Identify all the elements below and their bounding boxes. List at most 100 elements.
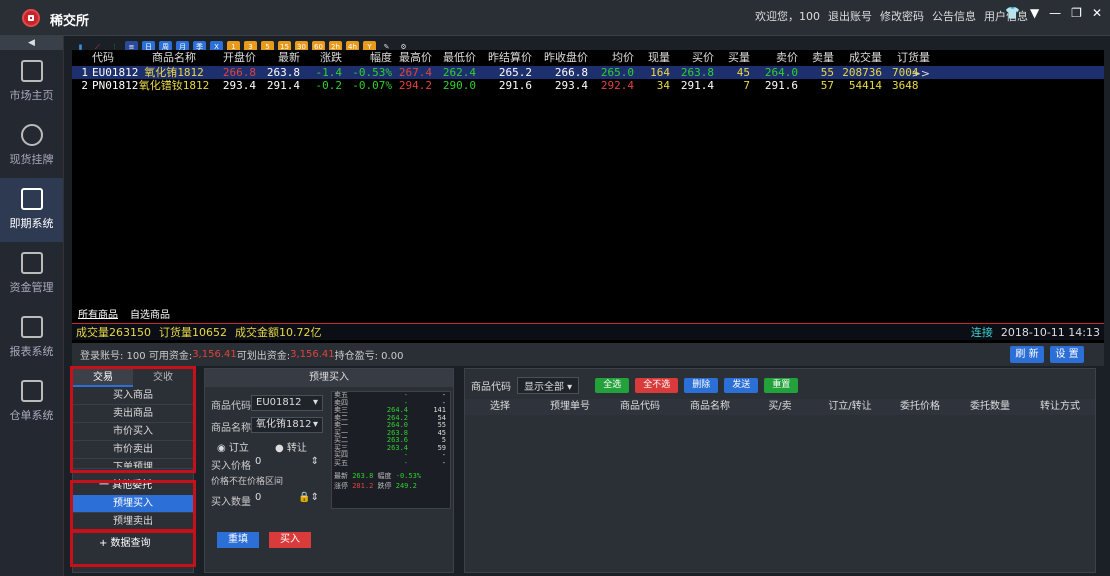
col-header[interactable]: 商品名称	[138, 50, 214, 66]
order-title: 预埋买入	[205, 369, 453, 387]
nav-item-spot-system[interactable]: 即期系统	[0, 178, 63, 242]
filter-select[interactable]: 显示全部 ▾	[517, 377, 580, 394]
settings-button[interactable]: 设 置	[1050, 346, 1084, 363]
quote-cell: 34	[656, 79, 670, 92]
home-icon	[20, 60, 43, 82]
order-panel: 预埋买入 商品代码 EU01812 ▾ 商品名称 氧化铕1812 ▾ ◉ 订立 ● …	[204, 368, 454, 573]
tab-all-products[interactable]: 所有商品	[78, 306, 118, 321]
nav-item-warehouse[interactable]: 仓单系统	[0, 370, 63, 434]
col-header[interactable]: 卖价	[754, 50, 802, 66]
qty-label: 买入数量	[211, 497, 251, 508]
highlight-box-other	[70, 480, 196, 532]
price-input[interactable]: 0 ⇕	[251, 455, 323, 471]
quote-cell: 263.8	[680, 66, 714, 79]
quote-cell: 293.4	[222, 79, 256, 92]
list-col-header: 订立/转让	[828, 401, 872, 412]
quote-cell: 291.6	[498, 79, 532, 92]
name-select[interactable]: 氧化铕1812 ▾	[251, 417, 323, 433]
skin-icon[interactable]: 👕	[1005, 6, 1020, 20]
quote-row[interactable]: 2 PN01812 氧化镨钕1812 293.4 291.4 -0.2 -0.07% 294.…	[72, 79, 1104, 92]
position-pnl: 持仓盈亏: 0.00	[334, 351, 404, 362]
chevron-down-icon: ▾	[312, 419, 318, 430]
dropdown-icon[interactable]: ▼	[1030, 6, 1039, 20]
send-button[interactable]: 发送	[724, 378, 759, 393]
reset-list-button[interactable]: 重置	[764, 378, 799, 393]
refresh-button[interactable]: 刷 新	[1010, 346, 1044, 363]
quote-cell: 164	[650, 66, 670, 79]
col-header[interactable]: 最低价	[436, 50, 480, 66]
report-icon	[20, 316, 43, 338]
col-header[interactable]	[72, 50, 92, 66]
account-bar: 登录账号: 100 可用资金: 3,156.41 可划出资金: 3,156.41…	[72, 343, 1104, 366]
close-icon[interactable]: ✕	[1092, 6, 1102, 20]
highlight-box-trade	[70, 366, 196, 473]
col-header[interactable]: 最高价	[396, 50, 436, 66]
quote-cell: 292.4	[600, 79, 634, 92]
quote-cell: 294.2	[398, 79, 432, 92]
col-header[interactable]: 均价	[592, 50, 638, 66]
select-none-button[interactable]: 全不选	[635, 378, 679, 393]
col-header[interactable]: 昨结算价	[480, 50, 536, 66]
col-header[interactable]: 现量	[638, 50, 674, 66]
total-order: 订货量10652	[159, 326, 227, 339]
nav-collapse-button[interactable]: ◀	[0, 36, 63, 50]
yuan-circle-icon	[20, 124, 43, 146]
reset-button[interactable]: 重填	[217, 532, 259, 548]
transferable-funds: 3,156.41	[290, 349, 335, 360]
tab-favorites[interactable]: 自选商品	[130, 306, 170, 321]
nav-item-report[interactable]: 报表系统	[0, 306, 63, 370]
connection-status: 连接	[970, 326, 993, 339]
quote-cell: 265.2	[498, 66, 532, 79]
preset-list-panel: 商品代码 显示全部 ▾ 全选 全不选 删除 发送 重置 选择 预埋单号 商品代码 商品…	[464, 368, 1096, 573]
highlight-box-query	[70, 530, 196, 567]
list-col-header: 商品名称	[690, 401, 730, 412]
col-header[interactable]: 订货量 >>	[886, 50, 934, 80]
notice-link[interactable]: 公告信息	[932, 8, 976, 24]
quote-cell: 7004	[892, 66, 919, 79]
col-header[interactable]: 成交量	[838, 50, 886, 66]
quote-cell: 291.4	[266, 79, 300, 92]
select-all-button[interactable]: 全选	[595, 378, 630, 393]
radio-open[interactable]: ◉ 订立	[217, 439, 249, 454]
change-password-link[interactable]: 修改密码	[880, 8, 924, 24]
total-volume: 成交量263150	[76, 326, 151, 339]
quote-cell: -0.53%	[352, 66, 392, 79]
logout-link[interactable]: 退出账号	[828, 8, 872, 24]
col-header[interactable]: 开盘价	[214, 50, 260, 66]
col-header[interactable]: 幅度	[346, 50, 396, 66]
col-header[interactable]: 涨跌	[304, 50, 346, 66]
quote-cell: 氧化铕1812	[144, 66, 204, 79]
col-header[interactable]: 昨收盘价	[536, 50, 592, 66]
depth-footer: 最新 263.8 幅度 -0.53% 涨停 281.2 跌停 249.2	[334, 472, 422, 490]
delete-button[interactable]: 删除	[684, 378, 719, 393]
col-header[interactable]: 最新	[260, 50, 304, 66]
main-area: ▮ ⟋ ⫶ ≡ 日周月季 X 1 3 5 15 30 60 2h 4h Y ✎ ⚙ 代码 商品名称 开盘价 最新 涨跌幅…	[64, 36, 1110, 576]
buy-button[interactable]: 买入	[269, 532, 311, 548]
quote-row[interactable]: 1 EU01812 氧化铕1812 266.8 263.8 -1.4 -0.53% 267.4…	[72, 66, 1104, 79]
quote-cell: 7	[743, 79, 750, 92]
lock-stepper-icon: 🔒⇕	[298, 492, 319, 503]
quote-cell: 55	[820, 66, 834, 79]
restore-icon[interactable]: ❐	[1071, 6, 1082, 20]
quote-cell: 290.0	[442, 79, 476, 92]
list-col-header: 预埋单号	[550, 401, 590, 412]
quote-cell: 266.8	[554, 66, 588, 79]
minimize-icon[interactable]: —	[1049, 6, 1061, 20]
quote-cell: 45	[736, 66, 750, 79]
nav-item-spot[interactable]: 现货挂牌	[0, 114, 63, 178]
radio-transfer[interactable]: ● 转让	[275, 439, 307, 454]
nav-item-home[interactable]: 市场主页	[0, 50, 63, 114]
col-header[interactable]: 卖量	[802, 50, 838, 66]
col-header[interactable]: 买价	[674, 50, 718, 66]
col-header[interactable]: 买量	[718, 50, 754, 66]
quote-cell: 氧化镨钕1812	[138, 79, 210, 92]
quote-header: 代码 商品名称 开盘价 最新 涨跌 幅度 最高价 最低价 昨结算价 昨收盘价 均价 现量 买价 买量 卖价卖…	[72, 50, 1104, 80]
price-hint: 价格不在价格区间	[211, 477, 284, 487]
quote-cell: 265.0	[600, 66, 634, 79]
nav-item-funds[interactable]: 资金管理	[0, 242, 63, 306]
qty-input[interactable]: 0 🔒⇕	[251, 491, 323, 507]
col-header[interactable]: 代码	[92, 50, 138, 66]
quote-cell: 267.4	[398, 66, 432, 79]
code-select[interactable]: EU01812 ▾	[251, 395, 323, 411]
status-bar: 成交量263150 订货量10652 成交金额10.72亿 连接 2018-10…	[72, 323, 1104, 340]
